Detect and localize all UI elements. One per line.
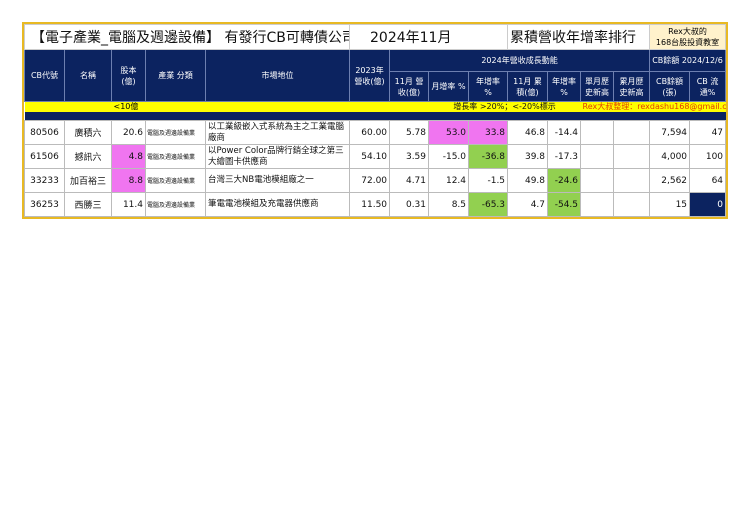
cell-market: 筆電電池模組及充電器供應商 [204, 192, 351, 217]
cell-mom: 53.0 [428, 120, 470, 145]
header-code: CB代號 [24, 49, 65, 102]
cell-nov-rev: 3.59 [389, 144, 430, 169]
cell-yoy: -65.3 [468, 192, 509, 217]
cell-cum-yoy: -14.4 [547, 120, 582, 145]
cell-code: 80506 [24, 120, 65, 145]
cell-name: 撼訊六 [64, 144, 112, 169]
cell-nov-cum: 49.8 [507, 168, 549, 193]
cell-industry: 電腦及週邊設備業 [145, 168, 206, 193]
cell-capital: 4.8 [111, 144, 146, 169]
cell-cb-ratio: 64 [689, 168, 727, 193]
cell-name: 廣積六 [64, 120, 112, 145]
cell-rev2023: 60.00 [349, 120, 391, 145]
cell-nov-cum: 4.7 [507, 192, 549, 217]
cell-rev2023: 72.00 [349, 168, 391, 193]
header-cb-group: CB餘額 2024/12/6 [649, 49, 727, 72]
note-credit: Rex大叔整理：rexdashu168@gmail.com [580, 101, 726, 112]
cell-capital: 8.8 [111, 168, 146, 193]
title-right: 累積營收年增率排行 [507, 24, 651, 50]
cell-yoy: -1.5 [468, 168, 509, 193]
header-nov-rev: 11月 營收(億) [389, 71, 430, 102]
cell-cum-high [613, 168, 651, 193]
cell-month-high [580, 120, 615, 145]
header-cum-high: 累月歷 史新高 [613, 71, 651, 102]
table-row: 36253 西勝三 11.4 電腦及週邊設備業 筆電電池模組及充電器供應商 11.50 0.… [24, 192, 727, 217]
cell-cum-high [613, 144, 651, 169]
table-row: 80506 廣積六 20.6 電腦及週邊設備業 以工業級嵌入式系統為主之工業電腦廠商 60… [24, 120, 727, 145]
badge-line1: Rex大叔的 [668, 27, 707, 36]
cell-industry: 電腦及週邊設備業 [145, 144, 206, 169]
ranking-table: 【電子產業_電腦及週邊設備】 有發行CB可轉債公司 2024年11月 累積營收年… [23, 24, 727, 217]
table-row: 33233 加百裕三 8.8 電腦及週邊設備業 台灣三大NB電池模組廠之一 72.00 4.… [24, 168, 727, 193]
header-growth-group: 2024年營收成長動能 [389, 49, 651, 72]
header-mom: 月增率 % [428, 71, 470, 102]
table-row: 61506 撼訊六 4.8 電腦及週邊設備業 以Power Color品牌行銷全球之第三… [24, 144, 727, 169]
cell-cum-yoy: -54.5 [547, 192, 582, 217]
cell-market: 以Power Color品牌行銷全球之第三大繪圖卡供應商 [204, 144, 351, 169]
cell-cum-high [613, 192, 651, 217]
cell-name: 西勝三 [64, 192, 112, 217]
cell-capital: 11.4 [111, 192, 146, 217]
header-name: 名稱 [64, 49, 112, 102]
cell-cb-balance: 15 [649, 192, 691, 217]
title-left: 【電子產業_電腦及週邊設備】 有發行CB可轉債公司 [23, 24, 351, 50]
cell-rev2023: 54.10 [349, 144, 391, 169]
cell-market: 以工業級嵌入式系統為主之工業電腦廠商 [204, 120, 351, 145]
badge-line2: 168台股投資教室 [655, 38, 720, 47]
cell-industry: 電腦及週邊設備業 [145, 120, 206, 145]
cell-cum-yoy: -17.3 [547, 144, 582, 169]
cell-yoy: 33.8 [468, 120, 509, 145]
cell-code: 33233 [24, 168, 65, 193]
cell-capital: 20.6 [111, 120, 146, 145]
cell-month-high [580, 192, 615, 217]
cell-nov-cum: 39.8 [507, 144, 549, 169]
header-market: 市場地位 [204, 49, 351, 102]
header-capital: 股本 (億) [111, 49, 146, 102]
cell-mom: -15.0 [428, 144, 470, 169]
header-nov-cum: 11月 累積(億) [507, 71, 549, 102]
cell-cb-balance: 7,594 [649, 120, 691, 145]
header-yoy: 年增率 % [468, 71, 509, 102]
cell-market: 台灣三大NB電池模組廠之一 [204, 168, 351, 193]
cell-cum-yoy: -24.6 [547, 168, 582, 193]
cell-nov-rev: 4.71 [389, 168, 430, 193]
header-cum-yoy: 年增率 % [547, 71, 582, 102]
cell-name: 加百裕三 [64, 168, 112, 193]
ranking-table-frame: 【電子產業_電腦及週邊設備】 有發行CB可轉債公司 2024年11月 累積營收年… [22, 22, 729, 219]
cell-nov-cum: 46.8 [507, 120, 549, 145]
cell-code: 36253 [24, 192, 65, 217]
header-cb-balance: CB餘額 (張) [649, 71, 691, 102]
cell-cum-high [613, 120, 651, 145]
note-growth: 增長率 >20%；<-20%標示 [428, 101, 581, 112]
cell-cb-balance: 4,000 [649, 144, 691, 169]
header-cb-ratio: CB 流通% [689, 71, 727, 102]
cell-mom: 8.5 [428, 192, 470, 217]
header-rev2023: 2023年 營收(億) [349, 49, 391, 102]
title-month: 2024年11月 [349, 24, 509, 50]
cell-month-high [580, 144, 615, 169]
cell-yoy: -36.8 [468, 144, 509, 169]
cell-nov-rev: 5.78 [389, 120, 430, 145]
header-month-high: 單月歷 史新高 [580, 71, 615, 102]
cell-cb-ratio: 47 [689, 120, 727, 145]
cell-cb-ratio: 0 [689, 192, 727, 217]
cell-cb-balance: 2,562 [649, 168, 691, 193]
cell-industry: 電腦及週邊設備業 [145, 192, 206, 217]
cell-mom: 12.4 [428, 168, 470, 193]
author-badge: Rex大叔的 168台股投資教室 [649, 24, 727, 50]
cell-rev2023: 11.50 [349, 192, 391, 217]
cell-month-high [580, 168, 615, 193]
header-industry: 產業 分類 [145, 49, 206, 102]
cell-nov-rev: 0.31 [389, 192, 430, 217]
cell-code: 61506 [24, 144, 65, 169]
cell-cb-ratio: 100 [689, 144, 727, 169]
note-capital: <10億 [111, 101, 206, 112]
